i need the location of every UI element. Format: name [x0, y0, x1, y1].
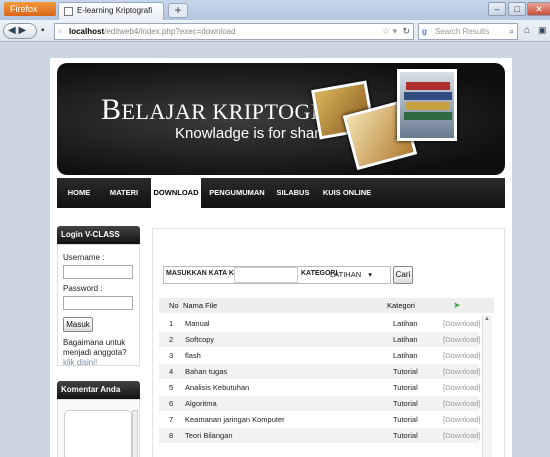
download-link[interactable]: [Download] [443, 332, 481, 347]
login-heading: Login V-CLASS [57, 226, 140, 244]
main-menu: HOME MATERI DOWNLOAD PENGUMUMAN SILABUS … [57, 178, 505, 208]
menu-kuis-online[interactable]: KUIS ONLINE [319, 178, 375, 208]
reload-icon[interactable]: ↻ [402, 24, 410, 39]
table-row: 7 Keamanan jaringan Komputer Tutorial [Dow… [159, 412, 481, 427]
download-link[interactable]: [Download] [443, 396, 481, 411]
new-tab-button[interactable]: + [168, 3, 188, 18]
home-icon[interactable]: ▪ [41, 25, 45, 36]
table-row: 5 Analisis Kebutuhan Tutorial [Download] [159, 380, 481, 395]
table-header: No Nama File Kategori ➤ [159, 298, 494, 313]
download-link[interactable]: [Download] [443, 348, 481, 363]
search-engine-icon[interactable]: g [422, 24, 427, 39]
category-select[interactable]: LATIHAN ▾ [330, 268, 372, 282]
file-table: 1 Manual Latihan [Download] 2 Softcopy Lati… [153, 316, 483, 457]
download-link[interactable]: [Download] [443, 412, 481, 427]
header-no: No [169, 301, 179, 310]
table-row: 8 Teori Bilangan Tutorial [Download] [159, 428, 481, 443]
download-panel: MASUKKAN KATA KUNCI : KATEGORI LATIHAN ▾… [152, 228, 505, 457]
username-label: Username : [63, 253, 105, 262]
username-input[interactable] [63, 265, 133, 279]
site-container: BELAJAR KRIPTOGRAFI Knowladge is for sha… [50, 58, 512, 457]
keyword-input[interactable] [234, 267, 298, 283]
scroll-up-icon[interactable]: ▲ [484, 316, 490, 322]
login-box: Username : Password : Masuk Bagaimana un… [57, 244, 140, 368]
search-form: MASUKKAN KATA KUNCI : KATEGORI LATIHAN ▾ [163, 266, 391, 284]
browser-navbar: ◀ ▶ ▪ ▫ localhost/editweb4/index.php?exe… [0, 20, 550, 42]
browser-tab[interactable]: E-learning Kriptografi [58, 2, 164, 20]
password-input[interactable] [63, 296, 133, 310]
close-window-button[interactable]: ✕ [527, 2, 550, 16]
password-label: Password : [63, 284, 103, 293]
comments-box [57, 399, 140, 457]
browser-titlebar: Firefox E-learning Kriptografi + – □ ✕ [0, 0, 550, 20]
page-viewport: BELAJAR KRIPTOGRAFI Knowladge is for sha… [0, 43, 550, 457]
site-banner: BELAJAR KRIPTOGRAFI Knowladge is for sha… [57, 63, 505, 175]
addon-icon[interactable]: ▣ [538, 25, 547, 36]
bookmark-star-icon[interactable]: ☆ ▾ [382, 24, 397, 39]
menu-download[interactable]: DOWNLOAD [151, 178, 201, 208]
site-tagline: Knowladge is for share [175, 125, 328, 142]
menu-silabus[interactable]: SILABUS [273, 178, 313, 208]
comment-scrollbar[interactable] [132, 410, 138, 457]
register-link[interactable]: klik disini! [63, 358, 97, 367]
search-icon[interactable]: ⌕ [510, 24, 514, 39]
register-help-text: Bagaimana untuk menjadi anggota? [63, 338, 127, 357]
table-row: 1 Manual Latihan [Download] [159, 316, 481, 331]
chevron-down-icon: ▾ [368, 270, 372, 279]
search-placeholder: Search Results [435, 27, 490, 36]
home-button-icon[interactable]: ⌂ [524, 25, 530, 36]
add-file-icon[interactable]: ➤ [453, 298, 461, 313]
maximize-button[interactable]: □ [508, 2, 526, 16]
menu-materi[interactable]: MATERI [105, 178, 143, 208]
table-row: 6 Algoritma Tutorial [Download] [159, 396, 481, 411]
search-bar[interactable]: g Search Results ⌕ [418, 23, 518, 40]
table-row: 3 flash Latihan [Download] [159, 348, 481, 363]
header-name: Nama File [183, 301, 218, 310]
url-host: localhost [69, 27, 105, 36]
address-bar[interactable]: ▫ localhost/editweb4/index.php?exec=down… [54, 23, 414, 40]
register-help: Bagaimana untuk menjadi anggota? klik di… [63, 338, 139, 368]
search-button[interactable]: Cari [393, 266, 413, 284]
page-favicon-icon [64, 7, 73, 16]
menu-home[interactable]: HOME [63, 178, 95, 208]
comment-textarea[interactable] [64, 410, 132, 457]
tab-title: E-learning Kriptografi [77, 6, 153, 15]
download-link[interactable]: [Download] [443, 364, 481, 379]
download-link[interactable]: [Download] [443, 428, 481, 443]
menu-pengumuman[interactable]: PENGUMUMAN [207, 178, 267, 208]
table-row: 2 Softcopy Latihan [Download] [159, 332, 481, 347]
url-path: /editweb4/index.php?exec=download [104, 27, 236, 36]
login-button[interactable]: Masuk [63, 317, 93, 332]
firefox-menu-button[interactable]: Firefox [4, 2, 56, 16]
header-category: Kategori [387, 301, 415, 310]
comments-heading: Komentar Anda [57, 381, 140, 399]
category-value: LATIHAN [330, 270, 362, 279]
download-link[interactable]: [Download] [443, 380, 481, 395]
page-icon: ▫ [58, 27, 61, 36]
minimize-button[interactable]: – [488, 2, 506, 16]
table-scrollbar[interactable]: ▲ [482, 316, 492, 457]
download-link[interactable]: [Download] [443, 316, 481, 331]
banner-picture-books [397, 69, 457, 141]
back-forward-button[interactable]: ◀ ▶ [3, 23, 37, 39]
table-row: 4 Bahan tugas Tutorial [Download] [159, 364, 481, 379]
